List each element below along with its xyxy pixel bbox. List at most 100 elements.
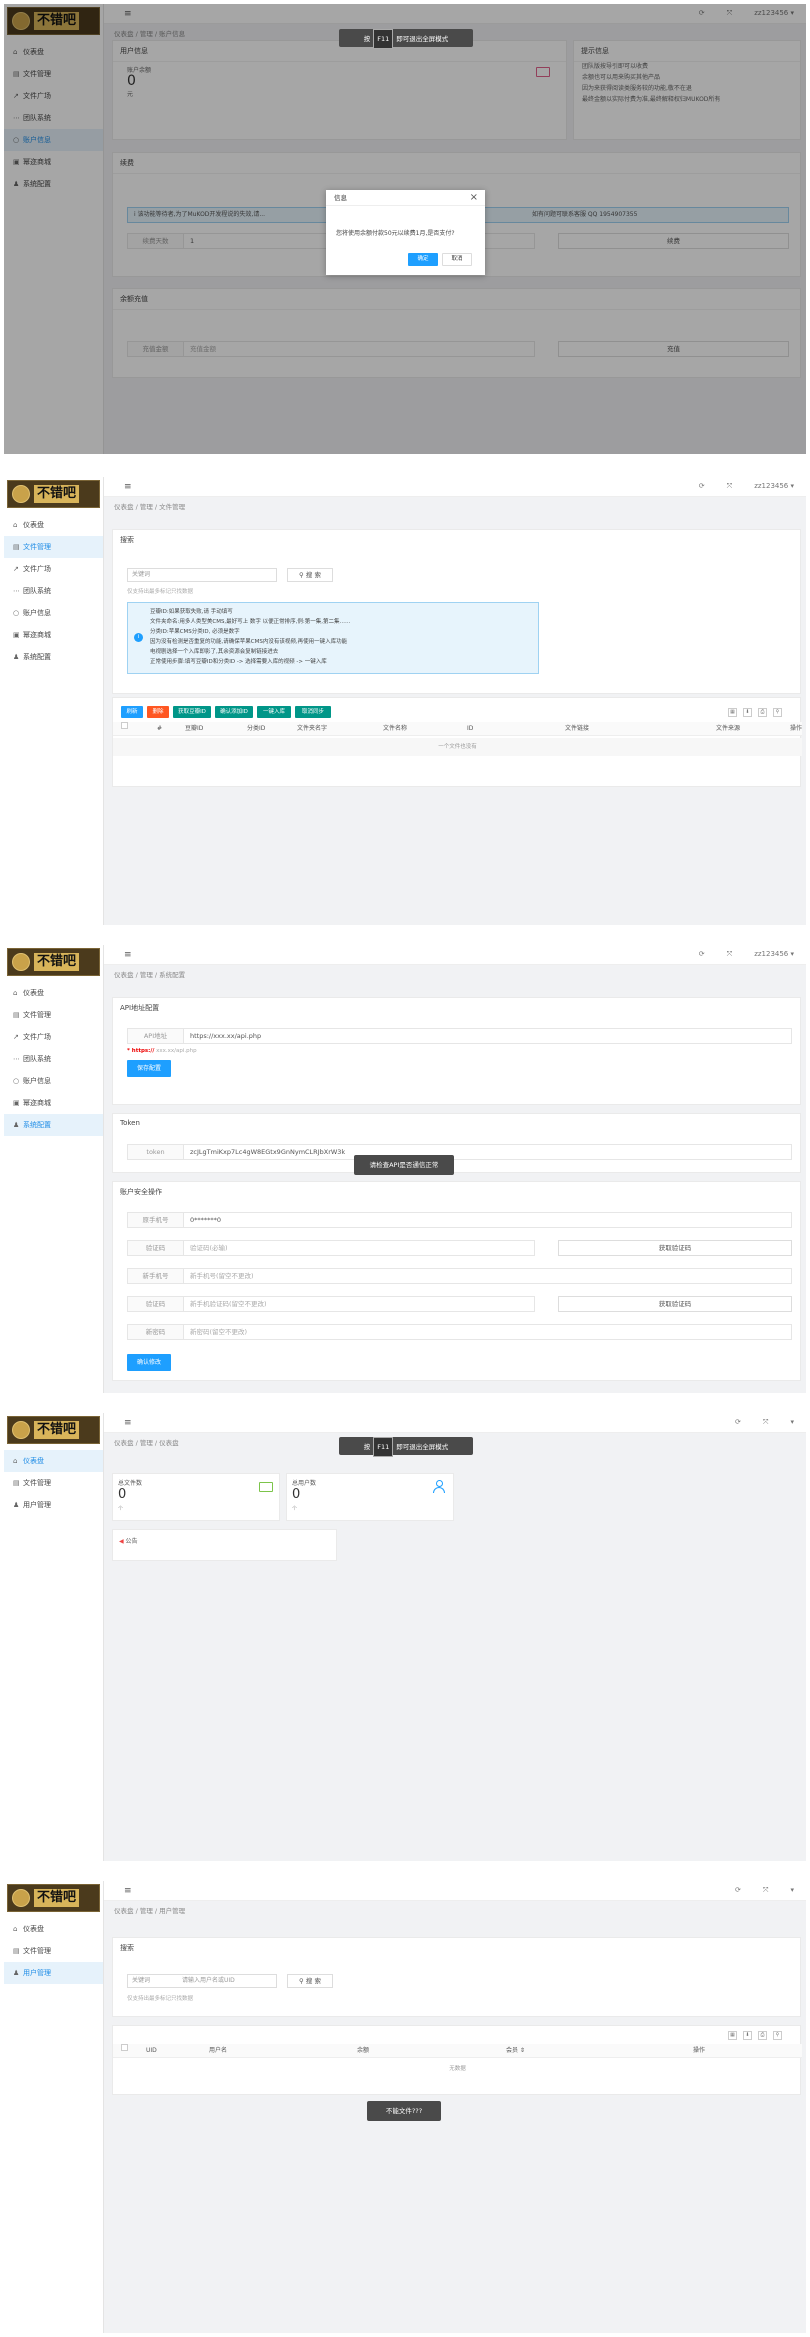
refresh-icon[interactable]: ⟳ <box>699 950 705 958</box>
user-menu[interactable]: zz123456 ▾ <box>754 482 794 490</box>
file-icon: ▤ <box>13 1011 20 1019</box>
print-icon[interactable]: ⎙ <box>758 708 767 717</box>
search-button[interactable]: ⚲ 搜 索 <box>287 1974 333 1988</box>
search-toggle-icon[interactable]: ⚲ <box>773 2031 782 2040</box>
nav-settings[interactable]: ♟ 系统配置 <box>4 1114 103 1136</box>
search-icon: ⚲ <box>299 571 306 579</box>
keyword-input[interactable]: 关键词 请输入用户名或UID <box>127 1974 277 1988</box>
card-title: API地址配置 <box>120 1004 160 1012</box>
nav-file-square[interactable]: ↗ 文件广场 <box>4 1026 103 1048</box>
nav-user-manage[interactable]: ♟ 用户管理 <box>4 1494 103 1516</box>
logo[interactable]: 不错吧 <box>7 948 100 976</box>
confirm-change-button[interactable]: 确认修改 <box>127 1354 171 1371</box>
new-code-input[interactable]: 新手机验证码(留空不更改) <box>190 1297 267 1311</box>
confirm-add-id-button[interactable]: 确认添加ID <box>215 706 253 718</box>
cancel-sync-button[interactable]: 取消同步 <box>295 706 331 718</box>
user-menu[interactable]: zz123456 ▾ <box>754 950 794 958</box>
nav-file-square[interactable]: ↗ 文件广场 <box>4 558 103 580</box>
api-url-input[interactable]: https://xxx.xx/api.php <box>190 1029 261 1043</box>
fullscreen-icon[interactable]: ⤧ <box>727 950 733 958</box>
fullscreen-icon[interactable]: ⤧ <box>763 1418 769 1426</box>
user-circle-icon: ○ <box>13 1077 20 1085</box>
dialog-cancel-button[interactable]: 取消 <box>442 253 472 266</box>
fetch-douban-button[interactable]: 获取豆瓣ID <box>173 706 211 718</box>
menu-toggle-icon[interactable]: ≡ <box>124 1886 132 1896</box>
close-icon[interactable]: × <box>470 192 478 203</box>
old-phone-input[interactable]: 0*******0 <box>190 1213 221 1227</box>
code-input[interactable]: 验证码(必输) <box>190 1241 228 1255</box>
export-icon[interactable]: ⬇ <box>743 2031 752 2040</box>
col-member: 会员 ⇕ <box>506 2047 525 2054</box>
nav-file-manage[interactable]: ▤ 文件管理 <box>4 536 103 558</box>
nav-dashboard[interactable]: ⌂ 仪表盘 <box>4 1450 103 1472</box>
breadcrumb: 仪表盘 / 管理 / 系统配置 <box>114 971 186 979</box>
nav-dashboard[interactable]: ⌂ 仪表盘 <box>4 514 103 536</box>
refresh-icon[interactable]: ⟳ <box>699 482 705 490</box>
logo-badge-icon <box>12 1421 30 1439</box>
new-phone-input[interactable]: 新手机号(留空不更改) <box>190 1269 254 1283</box>
get-new-code-button[interactable]: 获取验证码 <box>558 1296 792 1312</box>
user-menu[interactable]: ▾ <box>790 1418 794 1426</box>
empty-row: 无数据 <box>449 2066 466 2072</box>
refresh-button[interactable]: 刷新 <box>121 706 143 718</box>
nav-shop[interactable]: ▣ 幂迩商城 <box>4 1092 103 1114</box>
account-security-card: 账户安全操作 原手机号 0*******0 验证码 验证码(必输) 获取验证码 … <box>112 1181 801 1381</box>
import-all-button[interactable]: 一键入库 <box>257 706 291 718</box>
logo-text: 不错吧 <box>34 485 80 503</box>
nav-dashboard[interactable]: ⌂ 仪表盘 <box>4 982 103 1004</box>
keyword-input[interactable]: 关键词 <box>127 568 277 582</box>
logo[interactable]: 不错吧 <box>7 1416 100 1444</box>
save-config-button[interactable]: 保存配置 <box>127 1060 171 1077</box>
card-title: 账户安全操作 <box>120 1188 162 1196</box>
token-input[interactable]: zcJLgTmiKxp7Lc4gW8EGtx9GnNymCLRJbXrW3k <box>190 1145 345 1159</box>
empty-row: 一个文件也没有 <box>113 738 802 756</box>
nav-user-manage[interactable]: ♟ 用户管理 <box>4 1962 103 1984</box>
panel-system-config: 不错吧 ⌂ 仪表盘 ▤ 文件管理 ↗ 文件广场 ⋯ 团队系统 ○ 账户信息 ▣ 幂迩商城 ♟… <box>4 945 806 1393</box>
fullscreen-toast: 按 F11 即可退出全屏模式 <box>339 1437 473 1457</box>
user-menu[interactable]: ▾ <box>790 1886 794 1894</box>
nav-file-manage[interactable]: ▤ 文件管理 <box>4 1472 103 1494</box>
logo[interactable]: 不错吧 <box>7 480 100 508</box>
nav-file-manage[interactable]: ▤ 文件管理 <box>4 1004 103 1026</box>
nav-dashboard[interactable]: ⌂ 仪表盘 <box>4 1918 103 1940</box>
refresh-icon[interactable]: ⟳ <box>735 1418 741 1426</box>
columns-icon[interactable]: ▦ <box>728 2031 737 2040</box>
new-password-input[interactable]: 新密码(留空不更改) <box>190 1325 247 1339</box>
token-card: Token token zcJLgTmiKxp7Lc4gW8EGtx9GnNym… <box>112 1113 801 1173</box>
nav-file-manage[interactable]: ▤ 文件管理 <box>4 1940 103 1962</box>
logo[interactable]: 不错吧 <box>7 1884 100 1912</box>
search-toggle-icon[interactable]: ⚲ <box>773 708 782 717</box>
columns-icon[interactable]: ▦ <box>728 708 737 717</box>
fullscreen-icon[interactable]: ⤧ <box>763 1886 769 1894</box>
print-icon[interactable]: ⎙ <box>758 2031 767 2040</box>
file-icon: ▤ <box>13 1479 20 1487</box>
dialog-ok-button[interactable]: 确定 <box>408 253 438 266</box>
col-folder-name: 文件夹名字 <box>297 725 328 732</box>
keyword-placeholder: 请输入用户名或UID <box>182 1977 235 1984</box>
panel-user-manage: 不错吧 ⌂ 仪表盘 ▤ 文件管理 ♟ 用户管理 ≡ ⟳ ⤧ ▾ 仪表盘 / 管理 / 用户… <box>4 1881 806 2333</box>
nav-team[interactable]: ⋯ 团队系统 <box>4 1048 103 1070</box>
menu-toggle-icon[interactable]: ≡ <box>124 950 132 960</box>
token-label: token <box>128 1145 184 1159</box>
logo-badge-icon <box>12 953 30 971</box>
token-row: token zcJLgTmiKxp7Lc4gW8EGtx9GnNymCLRJbX… <box>127 1144 792 1160</box>
refresh-icon[interactable]: ⟳ <box>735 1886 741 1894</box>
sidebar: 不错吧 ⌂ 仪表盘 ▤ 文件管理 ↗ 文件广场 ⋯ 团队系统 ○ 账户信息 ▣ 幂迩商城 ♟… <box>4 477 104 925</box>
fullscreen-icon[interactable]: ⤧ <box>727 482 733 490</box>
get-code-button[interactable]: 获取验证码 <box>558 1240 792 1256</box>
nav-team[interactable]: ⋯ 团队系统 <box>4 580 103 602</box>
nav-account[interactable]: ○ 账户信息 <box>4 1070 103 1092</box>
nav-shop[interactable]: ▣ 幂迩商城 <box>4 624 103 646</box>
nav-settings[interactable]: ♟ 系统配置 <box>4 646 103 668</box>
row-label: 新密码 <box>128 1325 184 1339</box>
menu-toggle-icon[interactable]: ≡ <box>124 1418 132 1428</box>
col-actions: 操作 <box>693 2047 706 2054</box>
nav-account[interactable]: ○ 账户信息 <box>4 602 103 624</box>
menu-toggle-icon[interactable]: ≡ <box>124 482 132 492</box>
topbar: ≡ ⟳ ⤧ zz123456 ▾ <box>104 945 806 965</box>
export-icon[interactable]: ⬇ <box>743 708 752 717</box>
delete-button[interactable]: 删除 <box>147 706 169 718</box>
old-phone-row: 原手机号 0*******0 <box>127 1212 792 1228</box>
search-button[interactable]: ⚲ 搜 索 <box>287 568 333 582</box>
nav-label: 仪表盘 <box>23 1925 44 1933</box>
